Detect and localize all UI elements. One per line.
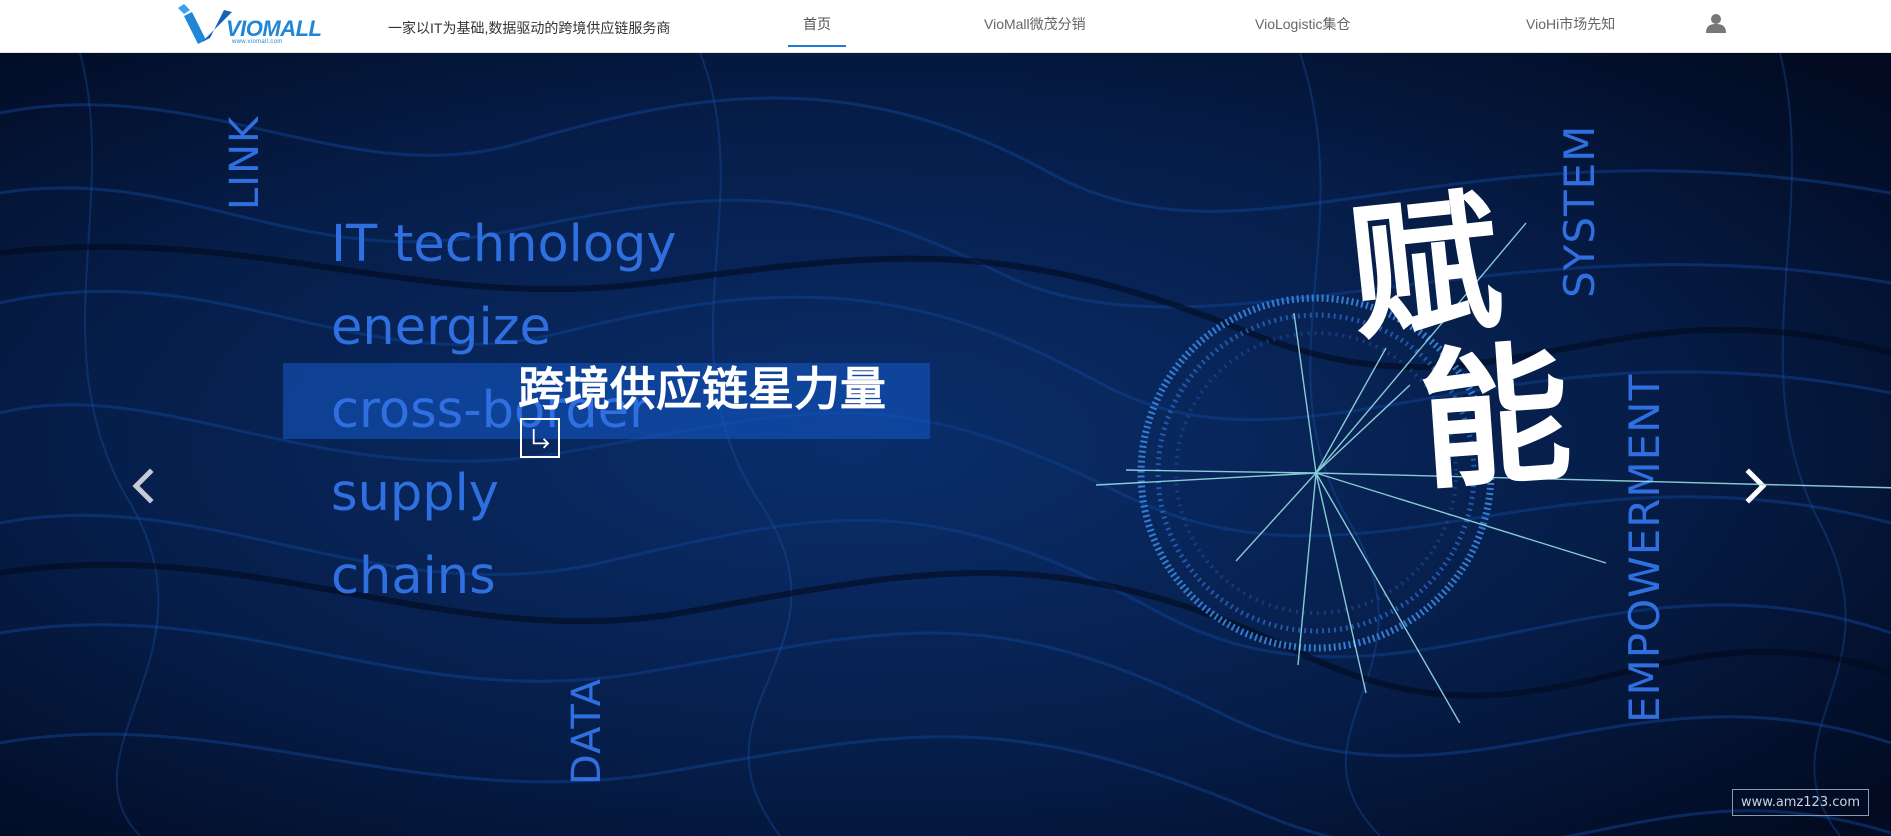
nav-viomall-distribution[interactable]: VioMall微茂分销 — [984, 14, 1086, 34]
calligraphy-char-2: 能 — [1414, 324, 1576, 512]
vertical-word-data: DATA — [564, 677, 610, 785]
nav-viologistic[interactable]: VioLogistic集仓 — [1255, 14, 1350, 34]
logo-url: www.viomall.com — [232, 39, 283, 45]
nav-home[interactable]: 首页 — [803, 14, 831, 34]
watermark: www.amz123.com — [1732, 789, 1869, 816]
vertical-word-link: LINK — [222, 115, 268, 210]
viomall-logo[interactable]: VIOMALL www.viomall.com — [176, 2, 336, 50]
hero-line: chains — [331, 547, 496, 606]
nav-viohi-market[interactable]: VioHi市场先知 — [1526, 14, 1615, 34]
calligraphy-char-1: 赋 — [1341, 172, 1509, 364]
hero-line: IT technology — [331, 215, 677, 274]
hero-line: supply — [331, 464, 499, 523]
enter-arrow-icon[interactable] — [520, 418, 560, 458]
hero-banner: LINK DATA SYSTEM EMPOWERMENT IT technolo… — [0, 53, 1891, 836]
company-tagline: 一家以IT为基础,数据驱动的跨境供应链服务商 — [388, 20, 671, 36]
top-navbar: VIOMALL www.viomall.com 一家以IT为基础,数据驱动的跨境… — [0, 0, 1891, 53]
user-icon[interactable] — [1705, 12, 1727, 34]
hero-cn-title: 跨境供应链星力量 — [518, 362, 886, 416]
nav-active-indicator — [788, 45, 846, 47]
chevron-left-icon[interactable] — [128, 466, 158, 506]
